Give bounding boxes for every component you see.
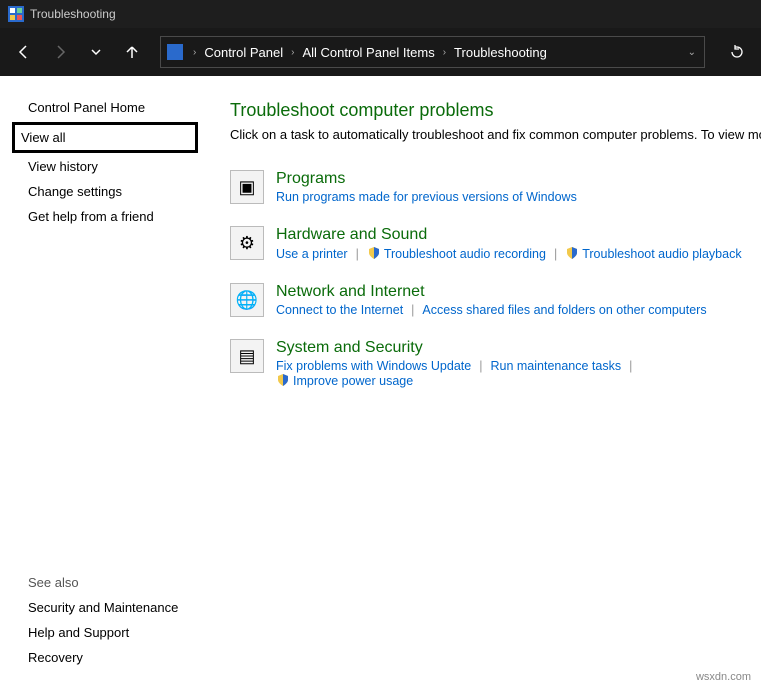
system-icon: ▤ <box>230 339 264 373</box>
chevron-right-icon: › <box>189 47 200 58</box>
link-separator: | <box>348 247 367 261</box>
category-hardware-and-sound: ⚙Hardware and SoundUse a printer|Trouble… <box>230 226 761 261</box>
task-link[interactable]: Run programs made for previous versions … <box>276 190 577 204</box>
page-subtitle: Click on a task to automatically trouble… <box>230 127 761 142</box>
shield-icon <box>367 246 381 260</box>
link-separator: | <box>471 359 490 373</box>
task-link[interactable]: Connect to the Internet <box>276 303 403 317</box>
programs-icon: ▣ <box>230 170 264 204</box>
see-also-help-and-support[interactable]: Help and Support <box>28 625 210 640</box>
category-links: Run programs made for previous versions … <box>276 190 761 204</box>
refresh-button[interactable] <box>721 36 753 68</box>
shield-icon <box>276 373 290 387</box>
window-title: Troubleshooting <box>30 7 116 21</box>
task-link[interactable]: Fix problems with Windows Update <box>276 359 471 373</box>
breadcrumb-item[interactable]: All Control Panel Items <box>302 45 434 60</box>
see-also-security-and-maintenance[interactable]: Security and Maintenance <box>28 600 210 615</box>
task-link[interactable]: Use a printer <box>276 247 348 261</box>
link-separator: | <box>546 247 565 261</box>
category-title[interactable]: Hardware and Sound <box>276 226 761 244</box>
navbar: › Control Panel › All Control Panel Item… <box>0 28 761 76</box>
chevron-down-icon[interactable]: ⌄ <box>682 47 698 58</box>
category-title[interactable]: Programs <box>276 170 761 188</box>
sidebar-item-view-all[interactable]: View all <box>12 122 198 153</box>
see-also-heading: See also <box>28 575 210 590</box>
breadcrumb-item[interactable]: Troubleshooting <box>454 45 547 60</box>
up-button[interactable] <box>116 36 148 68</box>
breadcrumb-item[interactable]: Control Panel <box>204 45 283 60</box>
link-separator: | <box>621 359 640 373</box>
category-system-and-security: ▤ System and Security Fix problems with Wi… <box>230 339 761 388</box>
sidebar-item-control-panel-home[interactable]: Control Panel Home <box>28 100 210 115</box>
task-link[interactable]: Run maintenance tasks <box>490 359 621 373</box>
page-title: Troubleshoot computer problems <box>230 100 761 121</box>
sidebar-item-change-settings[interactable]: Change settings <box>28 184 210 199</box>
sidebar-item-view-history[interactable]: View history <box>28 159 210 174</box>
watermark: wsxdn.com <box>696 671 751 683</box>
link-separator: | <box>403 303 422 317</box>
task-link[interactable]: Access shared files and folders on other… <box>422 303 706 317</box>
address-icon <box>167 44 183 60</box>
task-link[interactable]: Improve power usage <box>276 373 413 388</box>
category-links: Use a printer|Troubleshoot audio recordi… <box>276 246 761 261</box>
category-title[interactable]: System and Security <box>276 339 761 357</box>
shield-icon <box>565 246 579 260</box>
titlebar: Troubleshooting <box>0 0 761 28</box>
see-also-recovery[interactable]: Recovery <box>28 650 210 665</box>
category-network-and-internet: 🌐 Network and Internet Connect to the Inte… <box>230 283 761 317</box>
forward-button[interactable] <box>44 36 76 68</box>
chevron-right-icon: › <box>439 47 450 58</box>
category-links: Fix problems with Windows Update|Run mai… <box>276 359 761 388</box>
hardware-icon: ⚙ <box>230 226 264 260</box>
recent-button[interactable] <box>80 36 112 68</box>
network-icon: 🌐 <box>230 283 264 317</box>
sidebar-item-get-help-from-a-friend[interactable]: Get help from a friend <box>28 209 210 224</box>
task-link[interactable]: Troubleshoot audio recording <box>367 246 546 261</box>
chevron-right-icon: › <box>287 47 298 58</box>
category-title[interactable]: Network and Internet <box>276 283 761 301</box>
back-button[interactable] <box>8 36 40 68</box>
task-link[interactable]: Troubleshoot audio playback <box>565 246 741 261</box>
sidebar: Control Panel Home View all View history Ch… <box>0 76 210 689</box>
content-area: Control Panel Home View all View history Ch… <box>0 76 761 689</box>
category-programs: ▣ Programs Run programs made for previous … <box>230 170 761 204</box>
category-links: Connect to the Internet|Access shared fi… <box>276 303 761 317</box>
app-icon <box>8 6 24 22</box>
main-panel: Troubleshoot computer problems Click on … <box>210 76 761 689</box>
address-bar[interactable]: › Control Panel › All Control Panel Item… <box>160 36 705 68</box>
